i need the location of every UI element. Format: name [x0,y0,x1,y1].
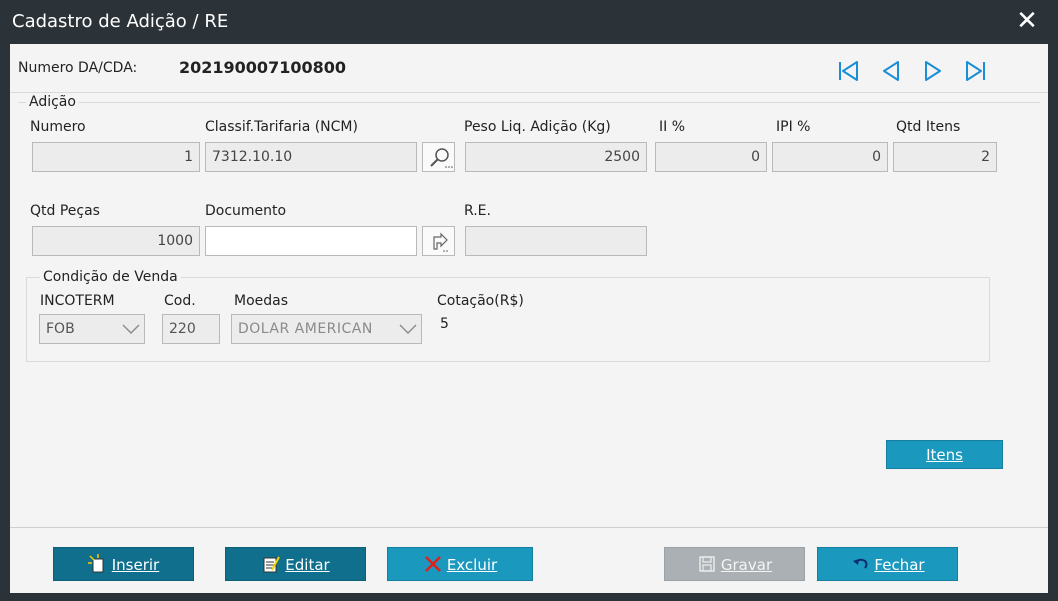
qtd-itens-label: Qtd Itens [896,119,961,135]
fechar-button-label: Fechar [874,556,925,574]
qtd-pecas-label: Qtd Peças [30,203,100,219]
re-label: R.E. [464,203,491,219]
ii-field[interactable]: 0 [655,142,767,172]
undo-icon [853,558,868,569]
adicao-group-line [18,102,1040,103]
insert-icon [87,553,104,572]
last-record-icon[interactable] [962,58,988,84]
moedas-select[interactable]: DOLAR AMERICAN [231,314,422,344]
cotacao-value: 5 [440,316,449,332]
editar-button-label: Editar [285,556,330,574]
qtd-pecas-field[interactable]: 1000 [32,226,200,256]
footer-separator [10,527,1048,528]
moedas-label: Moedas [234,293,289,309]
ii-label: II % [659,119,686,135]
peso-label: Peso Liq. Adição (Kg) [464,119,611,135]
numero-da-cda-value: 202190007100800 [179,58,346,77]
inserir-button-label: Inserir [111,556,160,574]
excluir-button[interactable]: Excluir [387,547,533,581]
search-icon [430,148,453,168]
ncm-search-button[interactable] [422,142,455,172]
cotacao-label: Cotação(R$) [437,293,524,309]
edit-icon [263,556,281,572]
documento-attach-button[interactable] [422,226,455,256]
itens-button[interactable]: Itens [886,440,1003,469]
itens-button-label: Itens [926,446,963,464]
excluir-button-label: Excluir [446,556,498,574]
classif-tarifaria-label: Classif.Tarifaria (NCM) [205,119,358,135]
delete-icon [424,555,441,572]
qtd-itens-field[interactable]: 2 [893,142,997,172]
dialog-content: Numero DA/CDA: 202190007100800 Adição Nu… [10,44,1048,593]
close-icon[interactable]: ✕ [1012,6,1042,36]
gravar-button[interactable]: Gravar [664,547,805,581]
moedas-value: DOLAR AMERICAN [238,321,373,337]
header-separator [10,92,1048,93]
documento-label: Documento [205,203,287,219]
ipi-label: IPI % [776,119,811,135]
next-record-icon[interactable] [920,58,946,84]
incoterm-select[interactable]: FOB [39,314,145,344]
numero-da-cda-label: Numero DA/CDA: [18,60,138,76]
peso-field[interactable]: 2500 [465,142,647,172]
inserir-button[interactable]: Inserir [53,547,194,581]
dialog-window: Cadastro de Adição / RE ✕ Numero DA/CDA:… [0,0,1058,601]
ipi-field[interactable]: 0 [772,142,888,172]
previous-record-icon[interactable] [878,58,904,84]
fechar-button[interactable]: Fechar [817,547,958,581]
chevron-down-icon [118,315,144,343]
cod-field[interactable]: 220 [162,314,220,344]
cod-label: Cod. [164,293,196,309]
gravar-button-label: Gravar [720,556,773,574]
condicao-venda-label: Condição de Venda [40,269,181,285]
save-icon [699,555,715,572]
incoterm-value: FOB [46,321,75,337]
attach-icon [433,232,448,252]
adicao-group-label: Adição [26,94,79,110]
window-title: Cadastro de Adição / RE [12,11,229,32]
title-bar: Cadastro de Adição / RE ✕ [0,0,1058,44]
first-record-icon[interactable] [836,58,862,84]
documento-field[interactable] [205,226,417,256]
re-field[interactable] [465,226,647,256]
classif-tarifaria-field[interactable]: 7312.10.10 [205,142,417,172]
incoterm-label: INCOTERM [40,293,115,309]
chevron-down-icon [395,315,421,343]
numero-field[interactable]: 1 [32,142,200,172]
editar-button[interactable]: Editar [225,547,366,581]
numero-label: Numero [30,119,86,135]
